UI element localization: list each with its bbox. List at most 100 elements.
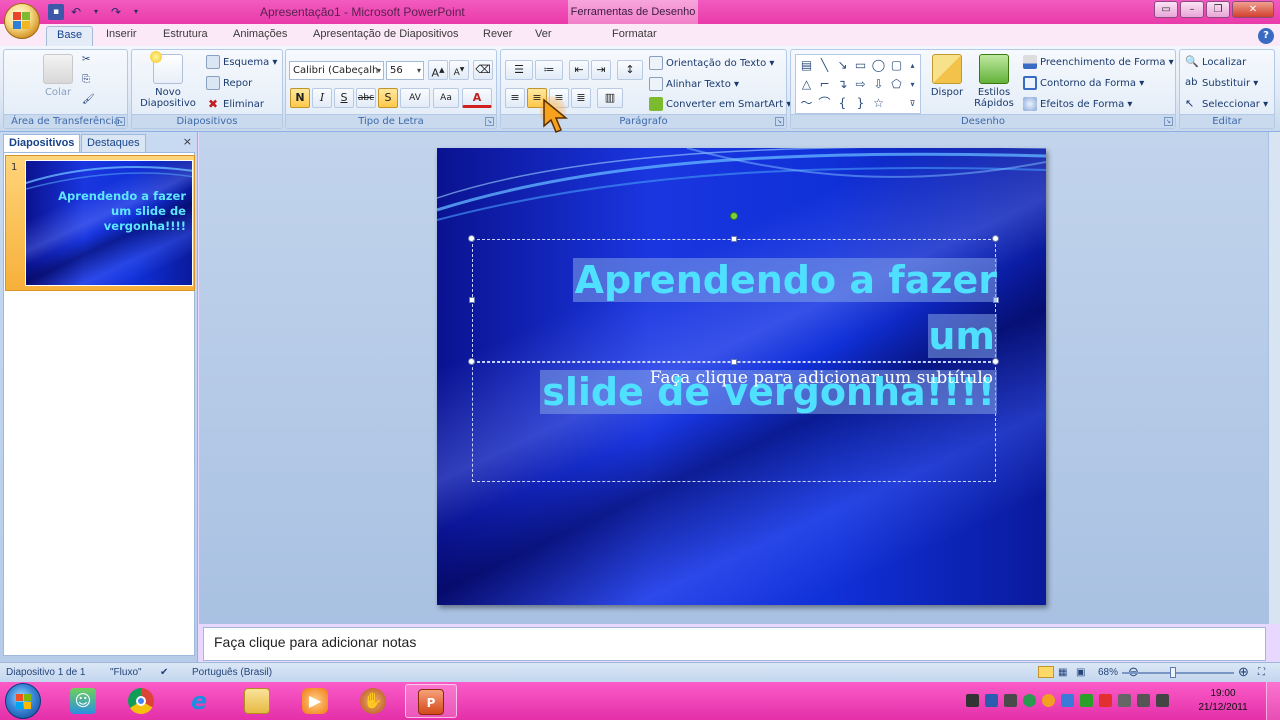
undo-dropdown-icon[interactable]: ▾ [88,4,104,20]
taskbar-explorer[interactable] [231,684,283,718]
shape-pentagon-icon[interactable]: ⬠ [888,76,905,93]
replace-button[interactable]: ab Substituir ▾ [1185,76,1258,90]
quick-styles-button[interactable]: Estilos Rápidos [971,54,1017,109]
tab-animacoes[interactable]: Animações [233,28,287,40]
bullets-icon[interactable]: ☰ [505,60,533,80]
shape-right-arrow-icon[interactable]: ⇨ [852,76,869,93]
bold-button[interactable]: N [290,88,310,108]
shape-fill-button[interactable]: Preenchimento de Forma ▾ [1023,55,1174,69]
tab-base[interactable]: Base [46,26,94,46]
tab-inserir[interactable]: Inserir [106,28,137,40]
shape-rounded-rect-icon[interactable]: ▢ [888,57,905,74]
find-button[interactable]: 🔍 Localizar [1185,55,1246,69]
normal-view-icon[interactable] [1038,666,1054,678]
start-button[interactable] [5,683,41,719]
increase-indent-icon[interactable]: ⇥ [591,60,611,80]
tray-icon-7[interactable] [1080,694,1093,707]
minimize-button[interactable]: – [1180,1,1204,18]
shape-oval-icon[interactable]: ◯ [870,57,887,74]
tab-estrutura[interactable]: Estrutura [163,28,208,40]
justify-icon[interactable]: ≣ [571,88,591,108]
strikethrough-button[interactable]: abc [356,88,376,108]
text-shadow-button[interactable]: S [378,88,398,108]
tray-icon-3[interactable] [1004,694,1017,707]
restore-button[interactable]: ❐ [1206,1,1230,18]
taskbar-powerpoint[interactable]: P [405,684,457,718]
change-case-button[interactable]: Aa [433,88,459,108]
cut-icon[interactable]: ✂ [82,54,90,65]
paste-button[interactable]: Colar [40,54,76,98]
numbering-icon[interactable]: ≔ [535,60,563,80]
copy-icon[interactable]: ⎘ [82,74,90,85]
grow-font-icon[interactable]: A▲ [428,60,448,80]
slide-thumbnail-1[interactable]: 1 Aprendendo a fazer um slide de vergonh… [5,155,195,291]
panel-close-icon[interactable]: × [183,135,192,148]
office-button[interactable] [4,3,40,39]
shapes-more-icon[interactable]: ⊽ [904,95,921,112]
taskbar-messenger[interactable]: ☺ [57,684,109,718]
underline-button[interactable]: S [334,88,354,108]
close-button[interactable]: ✕ [1232,1,1274,18]
notes-pane[interactable]: Faça clique para adicionar notas [203,627,1266,661]
tray-icon-5[interactable] [1042,694,1055,707]
rotation-handle[interactable] [730,212,738,220]
tray-icon-4[interactable] [1023,694,1036,707]
shape-textbox-icon[interactable]: ▤ [798,57,815,74]
resize-handle-bottom-left[interactable] [468,358,475,365]
tray-icon-6[interactable] [1061,694,1074,707]
clock[interactable]: 19:00 21/12/2011 [1198,687,1248,715]
network-icon[interactable] [1137,694,1150,707]
zoom-level[interactable]: 68% [1098,667,1118,678]
resize-handle-top[interactable] [731,236,737,242]
taskbar-internet-explorer[interactable]: e [173,684,225,718]
ribbon-minimize-icon[interactable]: ▭ [1154,1,1178,18]
help-icon[interactable]: ? [1258,28,1274,44]
font-name-dropdown-icon[interactable]: ▾ [377,62,381,79]
tray-icon-2[interactable] [985,694,998,707]
zoom-in-icon[interactable]: ⊕ [1238,664,1249,680]
shape-brace-left-icon[interactable]: { [834,95,851,112]
redo-icon[interactable]: ↷ [108,4,124,20]
zoom-slider-track[interactable] [1122,672,1234,674]
shape-curve-icon[interactable]: ⌒ [816,95,833,112]
font-size-dropdown-icon[interactable]: ▾ [417,62,421,79]
shrink-font-icon[interactable]: A▼ [449,60,469,80]
tray-icon-1[interactable] [966,694,979,707]
show-desktop-button[interactable] [1266,682,1280,720]
undo-icon[interactable]: ↶ [68,4,84,20]
font-size-combo[interactable]: 56 ▾ [386,61,424,80]
shapes-gallery[interactable]: ▤ ╲ ↘ ▭ ◯ ▢ △ ⌐ ↴ ⇨ ⇩ ⬠ 〜 ⌒ { } ☆ ▴ ▾ ⊽ [795,54,921,114]
shapes-scroll-up-icon[interactable]: ▴ [904,57,921,74]
align-text-button[interactable]: Alinhar Texto ▾ [649,77,739,91]
character-spacing-button[interactable]: AV [400,88,430,108]
shape-elbow-icon[interactable]: ⌐ [816,76,833,93]
drawing-launcher-icon[interactable]: ↘ [1164,117,1173,126]
smartart-button[interactable]: Converter em SmartArt ▾ [649,97,791,111]
shape-scribble-icon[interactable]: 〜 [798,95,815,112]
reset-button[interactable]: Repor [206,76,252,90]
shape-elbow-arrow-icon[interactable]: ↴ [834,76,851,93]
shape-effects-button[interactable]: Efeitos de Forma ▾ [1023,97,1132,111]
shape-triangle-icon[interactable]: △ [798,76,815,93]
slideshow-view-icon[interactable]: ▣ [1076,667,1085,678]
columns-icon[interactable]: ▥ [597,88,623,108]
tab-apresentacao[interactable]: Apresentação de Diapositivos [313,28,459,40]
layout-button[interactable]: Esquema ▾ [206,55,277,69]
tray-icon-8[interactable] [1099,694,1112,707]
font-color-button[interactable]: A [462,88,492,108]
action-center-icon[interactable] [1118,694,1131,707]
resize-handle-top-right[interactable] [992,235,999,242]
slide-sorter-icon[interactable]: ▦ [1058,667,1067,678]
tab-outline[interactable]: Destaques [81,134,146,152]
customize-qat-icon[interactable]: ▾ [128,4,144,20]
volume-icon[interactable] [1156,694,1169,707]
shape-line-icon[interactable]: ╲ [816,57,833,74]
decrease-indent-icon[interactable]: ⇤ [569,60,589,80]
taskbar-chrome[interactable] [115,684,167,718]
text-direction-button[interactable]: Orientação do Texto ▾ [649,56,774,70]
slide-title-text[interactable]: Aprendendo a fazer um slide de vergonha!… [527,252,997,420]
shape-arrow-line-icon[interactable]: ↘ [834,57,851,74]
subtitle-placeholder-text[interactable]: Faça clique para adicionar um subtítulo [477,368,993,388]
delete-button[interactable]: ✖ Eliminar [206,97,264,111]
slide-canvas[interactable]: Aprendendo a fazer um slide de vergonha!… [437,148,1046,605]
